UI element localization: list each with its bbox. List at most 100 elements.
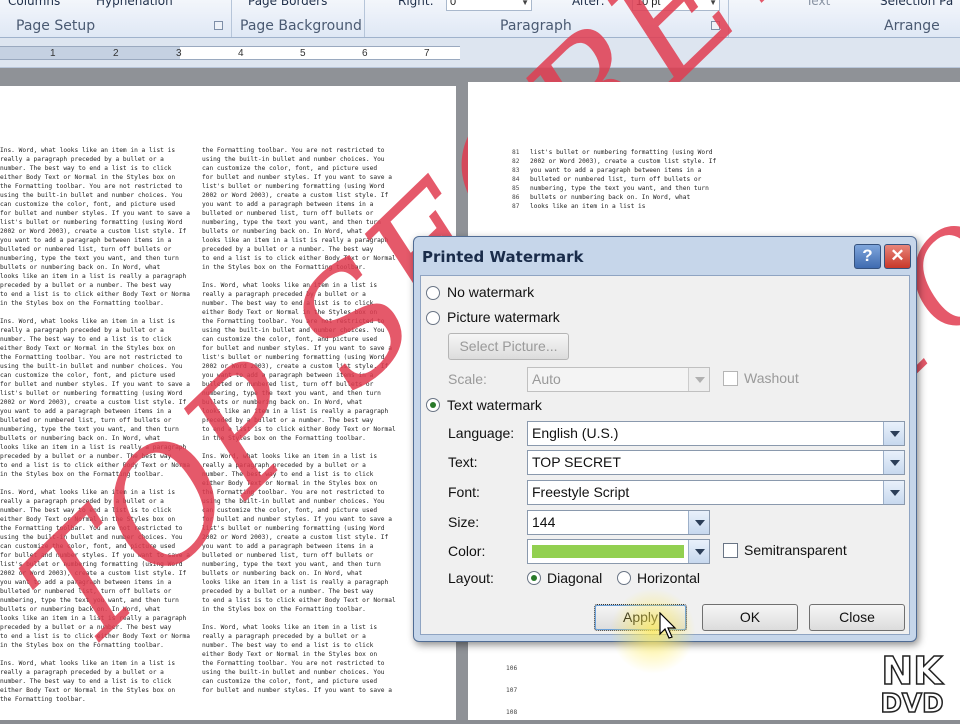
page-left[interactable]: Ins. Word, what looks like an item in a … — [0, 0, 845, 720]
ok-button[interactable]: OK — [702, 604, 798, 631]
no-watermark-label[interactable]: No watermark — [447, 284, 534, 300]
ruler-number: 7 — [424, 48, 430, 59]
document-line: looks like an item in a list is — [530, 203, 646, 210]
wrap-text-button[interactable]: Text — [806, 0, 830, 8]
document-line — [202, 443, 402, 452]
text-column-right: list's bullet or numbering formatting (u… — [530, 148, 730, 211]
document-line: in the Styles box on the Formatting tool… — [0, 471, 164, 478]
color-select[interactable] — [527, 539, 710, 564]
group-separator — [364, 0, 365, 37]
chevron-down-icon — [883, 481, 904, 504]
line-numbers: 81 82 83 84 85 86 87 — [512, 148, 519, 211]
document-line: number. The best way to end a list is to… — [202, 300, 374, 307]
document-line: can customize the color, font, and pictu… — [202, 678, 378, 685]
watermark-text-select[interactable]: TOP SECRET — [527, 450, 905, 475]
help-button[interactable]: ? — [854, 244, 881, 269]
document-line: either Body Text or Normal in the Styles… — [0, 174, 176, 181]
font-value: Freestyle Script — [532, 484, 630, 500]
paragraph-launcher-icon[interactable] — [711, 21, 720, 30]
ruler-number: 6 — [362, 48, 368, 59]
scale-select[interactable]: Auto — [527, 367, 710, 392]
document-line: Ins. Word, what looks like an item in a … — [0, 318, 176, 325]
indent-right-input[interactable]: 0" ▼ — [446, 0, 532, 11]
group-label-page-setup: Page Setup — [16, 18, 96, 34]
diagonal-label[interactable]: Diagonal — [547, 570, 602, 586]
document-line: Ins. Word, what looks like an item in a … — [0, 660, 176, 667]
ruler-margin — [0, 47, 180, 59]
spin-down-icon: ▼ — [521, 0, 529, 7]
ribbon: Columns Hyphenation Page Borders Right: … — [0, 0, 960, 38]
document-line: the Formatting toolbar. You are not rest… — [202, 147, 385, 154]
ruler-number: 1 — [50, 48, 56, 59]
close-icon[interactable]: ✕ — [884, 244, 911, 269]
document-line: to end a list is to click either Body Te… — [202, 426, 396, 433]
hyphenation-button[interactable]: Hyphenation — [96, 0, 173, 8]
scale-value: Auto — [532, 371, 561, 387]
document-line: list's bullet or numbering formatting (u… — [0, 219, 183, 226]
text-watermark-radio[interactable] — [426, 398, 440, 412]
document-line: to end a list is to click either Body Te… — [0, 462, 190, 469]
font-label: Font: — [448, 484, 480, 500]
document-line: looks like an item in a list is really a… — [0, 273, 187, 280]
washout-checkbox[interactable] — [723, 371, 738, 386]
document-line: in the Styles box on the Formatting tool… — [202, 435, 366, 442]
select-picture-button[interactable]: Select Picture... — [448, 333, 569, 360]
horizontal-radio[interactable] — [617, 571, 631, 585]
document-line: bullets or numbering back on. In Word, w… — [202, 228, 363, 235]
spacing-after-input[interactable]: 10 pt ▼ — [632, 0, 720, 11]
picture-watermark-label[interactable]: Picture watermark — [447, 309, 560, 325]
size-select[interactable]: 144 — [527, 510, 710, 535]
document-line: for bullet and number styles. If you wan… — [202, 345, 392, 352]
document-line: list's bullet or numbering formatting (u… — [202, 183, 385, 190]
horizontal-label[interactable]: Horizontal — [637, 570, 700, 586]
document-line: bulleted or numbered list, turn off bull… — [202, 381, 374, 388]
document-line: either Body Text or Normal in the Styles… — [202, 309, 378, 316]
spin-down-icon: ▼ — [709, 0, 717, 7]
page-setup-launcher-icon[interactable] — [214, 21, 223, 30]
document-line: bullets or numbering back on. In Word, w… — [0, 606, 161, 613]
document-line: for bullet and number styles. If you wan… — [0, 552, 190, 559]
diagonal-radio[interactable] — [527, 571, 541, 585]
document-line: for bullet and number styles. If you wan… — [0, 381, 190, 388]
semitransparent-label[interactable]: Semitransparent — [744, 542, 847, 558]
indent-right-value: 0" — [450, 0, 461, 8]
semitransparent-checkbox[interactable] — [723, 543, 738, 558]
spacing-after-value: 10 pt — [636, 0, 661, 8]
printed-watermark-dialog[interactable]: Printed Watermark ? ✕ No watermark Pictu… — [413, 236, 917, 642]
spacing-after-label: After: — [572, 0, 605, 8]
chevron-down-icon — [883, 451, 904, 474]
font-select[interactable]: Freestyle Script — [527, 480, 905, 505]
columns-button[interactable]: Columns — [8, 0, 60, 8]
page-borders-button[interactable]: Page Borders — [248, 0, 327, 8]
scale-label: Scale: — [448, 371, 487, 387]
document-line: bullets or numbering back on. In Word, w… — [0, 435, 161, 442]
washout-label[interactable]: Washout — [744, 370, 799, 386]
document-line: looks like an item in a list is really a… — [202, 579, 389, 586]
document-line — [202, 272, 402, 281]
selection-pane-button[interactable]: Selection Pa — [880, 0, 953, 8]
document-line: using the built-in bullet and number cho… — [0, 534, 183, 541]
no-watermark-radio[interactable] — [426, 286, 440, 300]
document-line: the Formatting toolbar. You are not rest… — [0, 354, 183, 361]
text-watermark-label[interactable]: Text watermark — [447, 397, 542, 413]
document-line — [0, 650, 190, 659]
document-line: using the built-in bullet and number cho… — [202, 156, 385, 163]
language-select[interactable]: English (U.S.) — [527, 421, 905, 446]
picture-watermark-radio[interactable] — [426, 311, 440, 325]
document-line: can customize the color, font, and pictu… — [0, 201, 176, 208]
document-line: the Formatting toolbar. You are not rest… — [202, 318, 385, 325]
document-line: number. The best way to end a list is to… — [0, 507, 172, 514]
document-line: numbering, type the text you want, and t… — [202, 390, 381, 397]
document-line: for bullet and number styles. If you wan… — [202, 687, 392, 694]
document-line: you want to add a paragraph between item… — [0, 237, 172, 244]
document-line: numbering, type the text you want, and t… — [202, 219, 381, 226]
horizontal-ruler[interactable]: 1 2 3 4 5 6 7 — [0, 46, 460, 60]
document-line: in the Styles box on the Formatting tool… — [202, 606, 366, 613]
document-line: 87 — [512, 203, 520, 210]
document-line: 2002 or Word 2003), create a custom list… — [0, 228, 187, 235]
document-line: 106 — [506, 665, 518, 672]
document-line: numbering, type the text you want, and t… — [0, 426, 179, 433]
close-button[interactable]: Close — [809, 604, 905, 631]
group-label-arrange: Arrange — [884, 18, 940, 34]
document-line: using the built-in bullet and number cho… — [0, 363, 183, 370]
